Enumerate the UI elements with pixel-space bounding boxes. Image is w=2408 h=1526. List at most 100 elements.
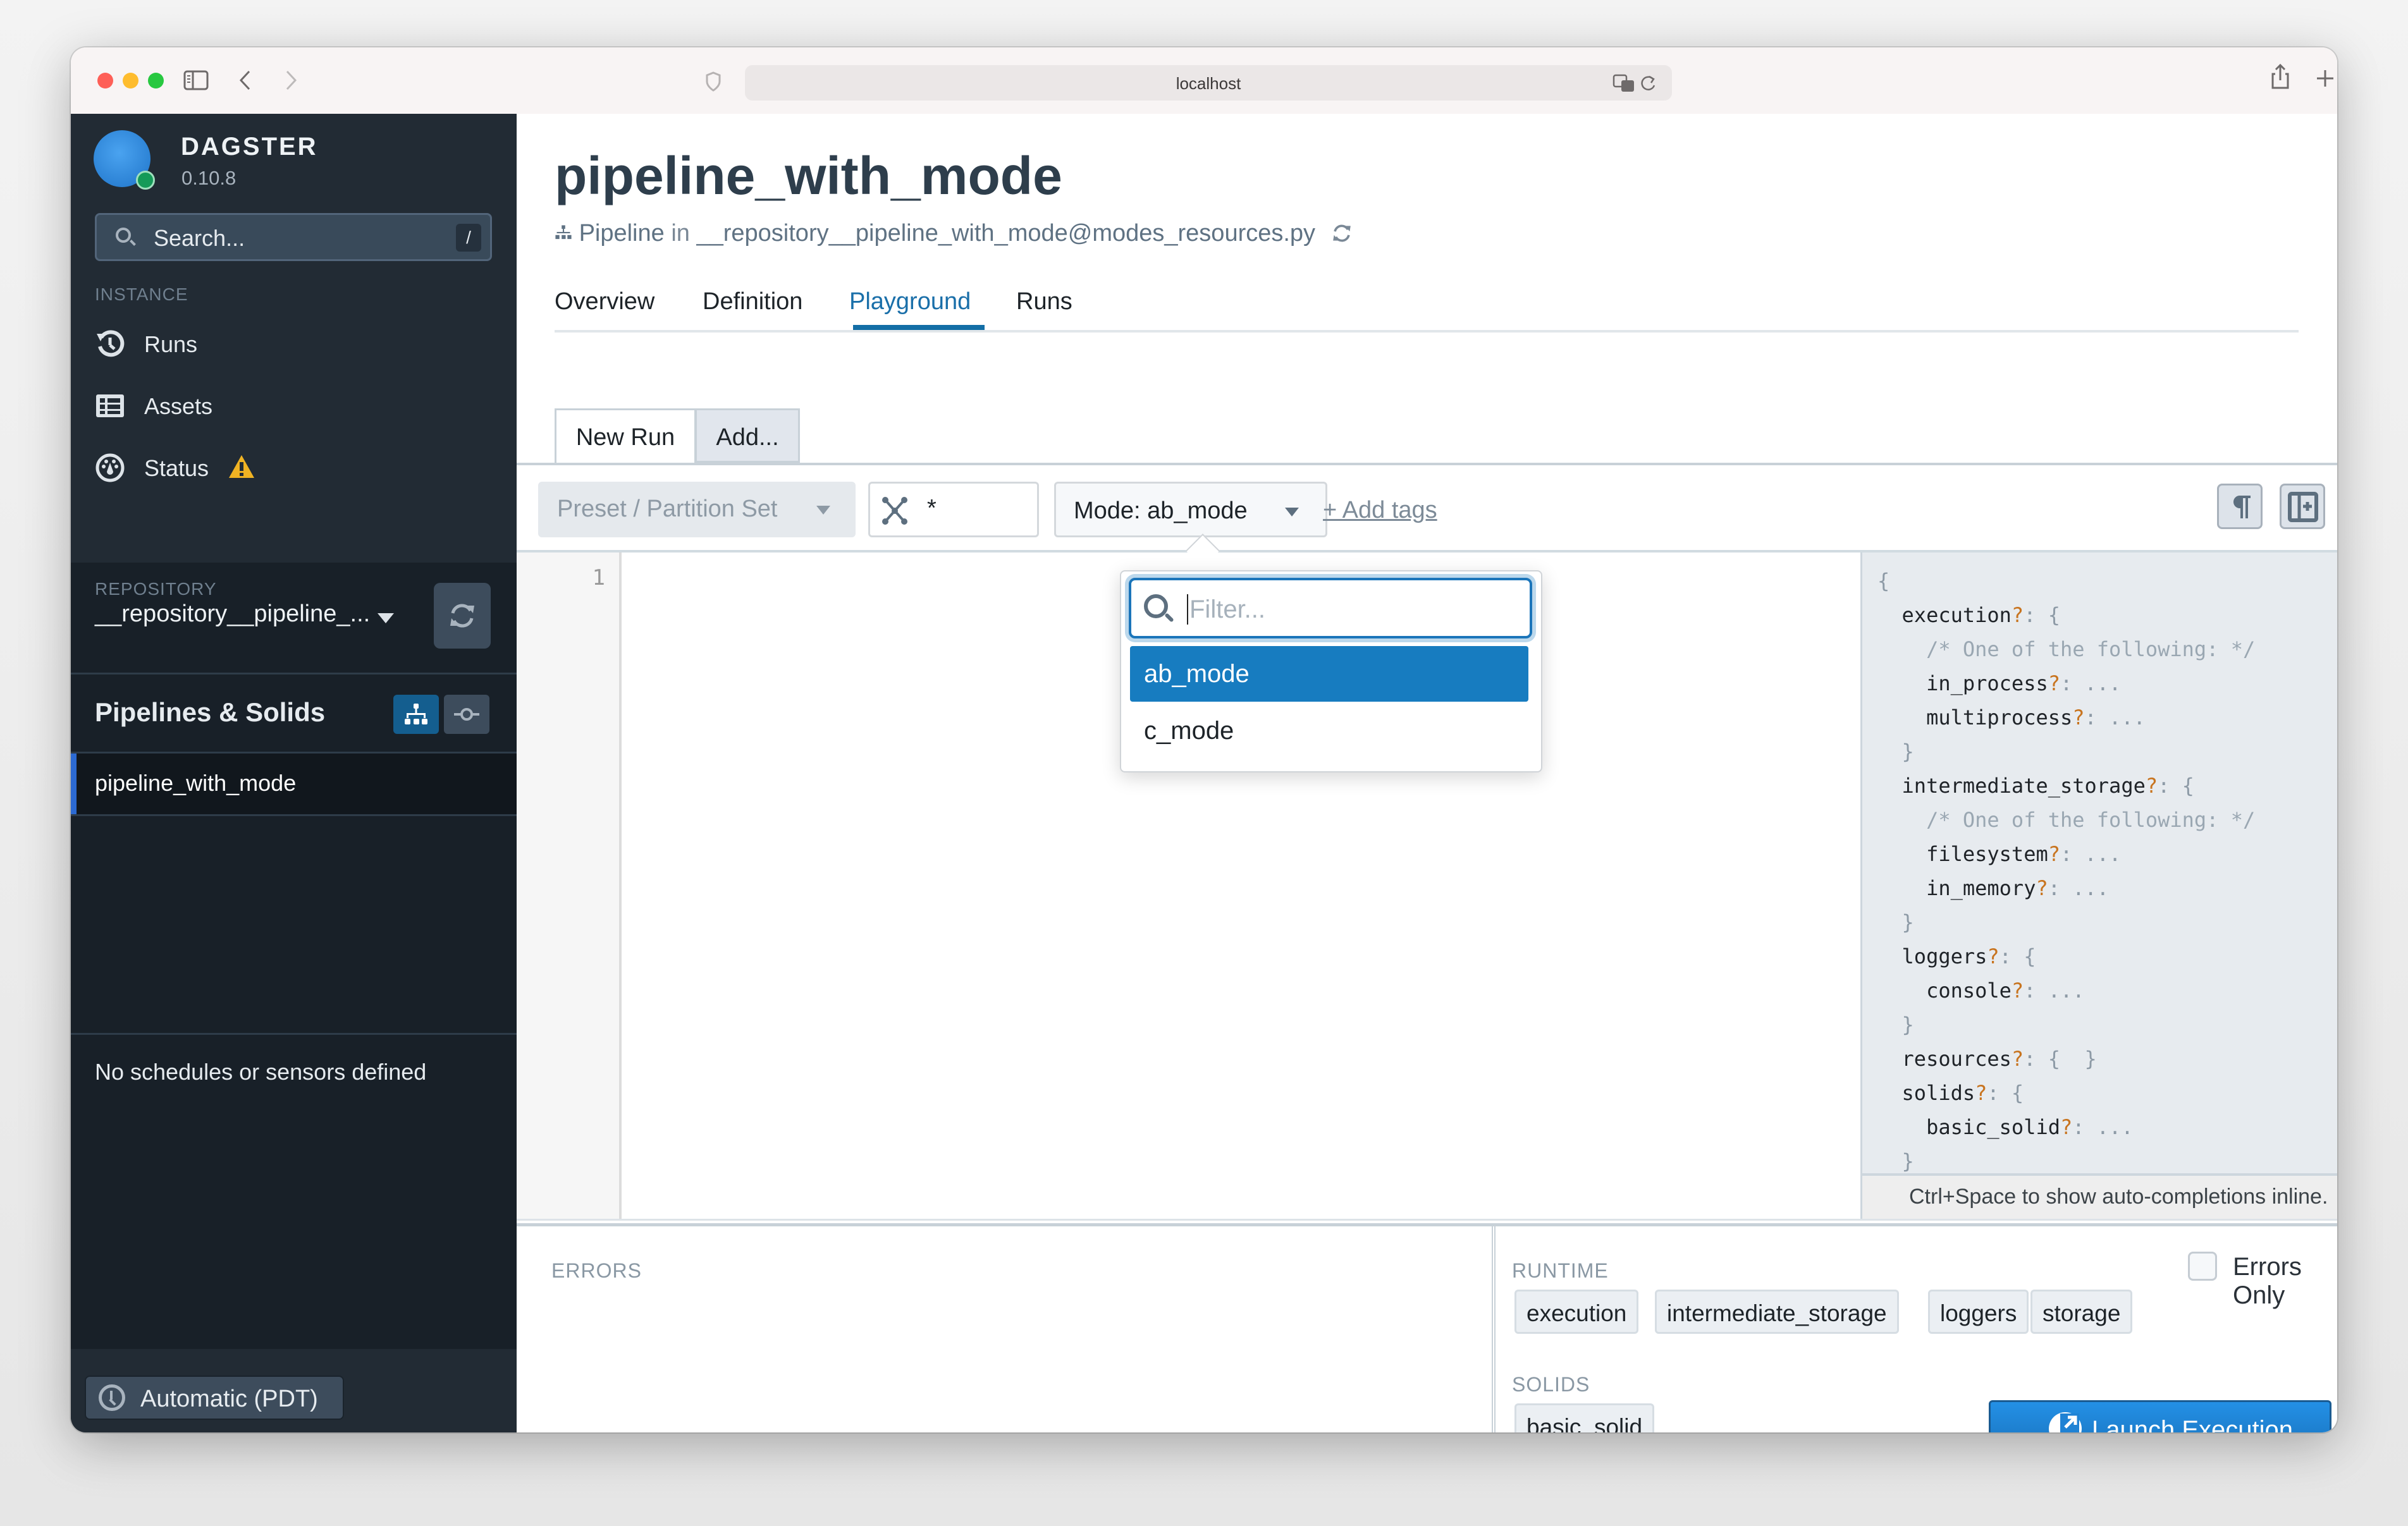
tab-runs[interactable]: Runs xyxy=(1016,288,1072,315)
solid-chip[interactable]: basic_solid xyxy=(1514,1403,1655,1432)
repository-name[interactable]: __repository__pipeline_... xyxy=(95,601,370,628)
reload-repository-button[interactable] xyxy=(434,583,491,649)
schema-key: resources xyxy=(1901,1047,2012,1071)
url-text: localhost xyxy=(1176,74,1241,93)
schema-key: loggers xyxy=(1901,944,1987,968)
pipeline-kind-label: Pipeline xyxy=(579,220,665,247)
solid-node-icon xyxy=(454,708,479,721)
new-tab-icon[interactable] xyxy=(2316,69,2335,88)
launch-icon xyxy=(2049,1412,2082,1432)
sidebar-item-label: Runs xyxy=(144,331,198,357)
toggle-config-panel-button[interactable] xyxy=(2280,484,2325,529)
optional-marker: ? xyxy=(2060,1115,2073,1139)
schema-line: intermediate_storage?: { xyxy=(1877,769,2255,803)
schema-value: : ... xyxy=(2060,842,2122,866)
schema-key: multiprocess xyxy=(1926,705,2073,729)
schema-value: : ... xyxy=(2084,705,2146,729)
solids-view-button[interactable] xyxy=(444,695,489,734)
runtime-chip-storage[interactable]: storage xyxy=(2030,1290,2133,1334)
schema-line: solids?: { xyxy=(1877,1076,2255,1110)
pipelines-title: Pipelines & Solids xyxy=(95,697,326,727)
browser-titlebar: localhost xyxy=(71,47,2337,115)
mode-option-c-mode[interactable]: c_mode xyxy=(1130,703,1528,759)
schema-line: in_process?: ... xyxy=(1877,666,2255,700)
optional-marker: ? xyxy=(2036,876,2048,900)
mode-option-ab-mode[interactable]: ab_mode xyxy=(1130,646,1528,702)
solid-selector-input[interactable]: * xyxy=(868,482,1039,537)
schema-key: execution xyxy=(1901,603,2012,627)
errors-only-label[interactable]: Errors Only xyxy=(2233,1253,2337,1310)
text-cursor xyxy=(1187,594,1188,625)
main-content: pipeline_with_mode Pipeline in __reposit… xyxy=(517,114,2337,1432)
reload-location-icon[interactable] xyxy=(1331,223,1353,243)
pipelines-header: Pipelines & Solids xyxy=(71,674,517,754)
search-input[interactable]: Search... / xyxy=(95,213,492,261)
launch-execution-button[interactable]: Launch Execution xyxy=(1989,1400,2331,1432)
sidebar-item-runs[interactable]: Runs xyxy=(95,325,487,363)
sidebar-item-assets[interactable]: Assets xyxy=(95,387,487,425)
tab-definition[interactable]: Definition xyxy=(703,288,802,315)
pipelines-view-button[interactable] xyxy=(393,695,439,734)
zoom-window-button[interactable] xyxy=(148,73,164,89)
add-run-tab-button[interactable]: Add... xyxy=(695,408,800,463)
reload-icon[interactable] xyxy=(1639,74,1657,93)
schema-line: { xyxy=(1877,564,2255,598)
pipeline-subtitle: Pipeline in __repository__pipeline_with_… xyxy=(555,220,1353,247)
tab-playground[interactable]: Playground xyxy=(849,288,971,315)
table-icon xyxy=(96,394,124,417)
add-tags-link[interactable]: + Add tags xyxy=(1323,497,1437,524)
close-window-button[interactable] xyxy=(97,73,113,89)
runtime-chip-loggers[interactable]: loggers xyxy=(1928,1290,2029,1334)
line-number: 1 xyxy=(592,565,605,590)
optional-marker: ? xyxy=(2048,842,2060,866)
run-tab-new-run[interactable]: New Run xyxy=(555,408,696,465)
schema-line: basic_solid?: ... xyxy=(1877,1110,2255,1144)
schema-key: intermediate_storage xyxy=(1901,774,2146,798)
toggle-whitespace-button[interactable] xyxy=(2217,484,2263,529)
preset-partition-select[interactable]: Preset / Partition Set xyxy=(538,482,856,537)
panel-resize-handle[interactable] xyxy=(517,1219,2337,1226)
pipeline-list-item-label: pipeline_with_mode xyxy=(95,770,297,796)
runtime-chip-execution[interactable]: execution xyxy=(1514,1290,1639,1334)
share-icon[interactable] xyxy=(2270,64,2290,90)
optional-marker: ? xyxy=(2011,603,2024,627)
timezone-button[interactable]: Automatic (PDT) xyxy=(85,1376,344,1420)
pilcrow-icon xyxy=(2233,496,2251,518)
schema-key: filesystem xyxy=(1926,842,2048,866)
timezone-label: Automatic (PDT) xyxy=(140,1386,318,1412)
repository-location-link[interactable]: __repository__pipeline_with_mode@modes_r… xyxy=(696,220,1315,247)
search-icon xyxy=(1144,594,1168,618)
forward-icon[interactable] xyxy=(283,69,298,92)
runtime-label: RUNTIME xyxy=(1512,1259,1609,1282)
mode-select[interactable]: Mode: ab_mode xyxy=(1054,482,1327,537)
pipeline-tabs: Overview Definition Playground Runs xyxy=(555,288,2299,333)
hierarchy-icon xyxy=(405,704,427,724)
solids-label: SOLIDS xyxy=(1512,1373,1590,1396)
back-icon[interactable] xyxy=(238,69,253,92)
optional-marker: ? xyxy=(2011,979,2024,1003)
errors-only-checkbox[interactable] xyxy=(2188,1252,2217,1281)
status-ok-indicator xyxy=(136,171,155,190)
sidebar-toggle-icon[interactable] xyxy=(183,70,209,90)
schema-line: multiprocess?: ... xyxy=(1877,700,2255,735)
mode-filter-input[interactable]: Filter... xyxy=(1129,578,1532,638)
translate-icon[interactable] xyxy=(1612,74,1635,93)
schema-line: loggers?: { xyxy=(1877,939,2255,974)
minimize-window-button[interactable] xyxy=(123,73,138,89)
schema-comment: /* One of the following: */ xyxy=(1926,808,2256,832)
schema-value: : { xyxy=(1987,1081,2024,1105)
sidebar-item-status[interactable]: Status xyxy=(95,449,487,487)
runtime-chip-intermediate-storage[interactable]: intermediate_storage xyxy=(1655,1290,1899,1334)
tab-overview[interactable]: Overview xyxy=(555,288,654,315)
config-schema-panel: { execution? : { /* One of the following:… xyxy=(1860,552,2337,1219)
refresh-icon xyxy=(450,604,474,628)
address-bar[interactable]: localhost xyxy=(745,65,1672,101)
page-title: pipeline_with_mode xyxy=(555,146,1062,205)
instance-section-label: INSTANCE xyxy=(95,284,188,304)
dashboard-icon xyxy=(95,453,125,482)
sidebar-item-label: Status xyxy=(144,455,209,481)
chevron-down-icon[interactable] xyxy=(378,613,394,623)
schedules-section: No schedules or sensors defined xyxy=(71,1033,517,1351)
warning-icon xyxy=(229,455,254,478)
pipeline-list-item[interactable]: pipeline_with_mode xyxy=(71,754,517,816)
